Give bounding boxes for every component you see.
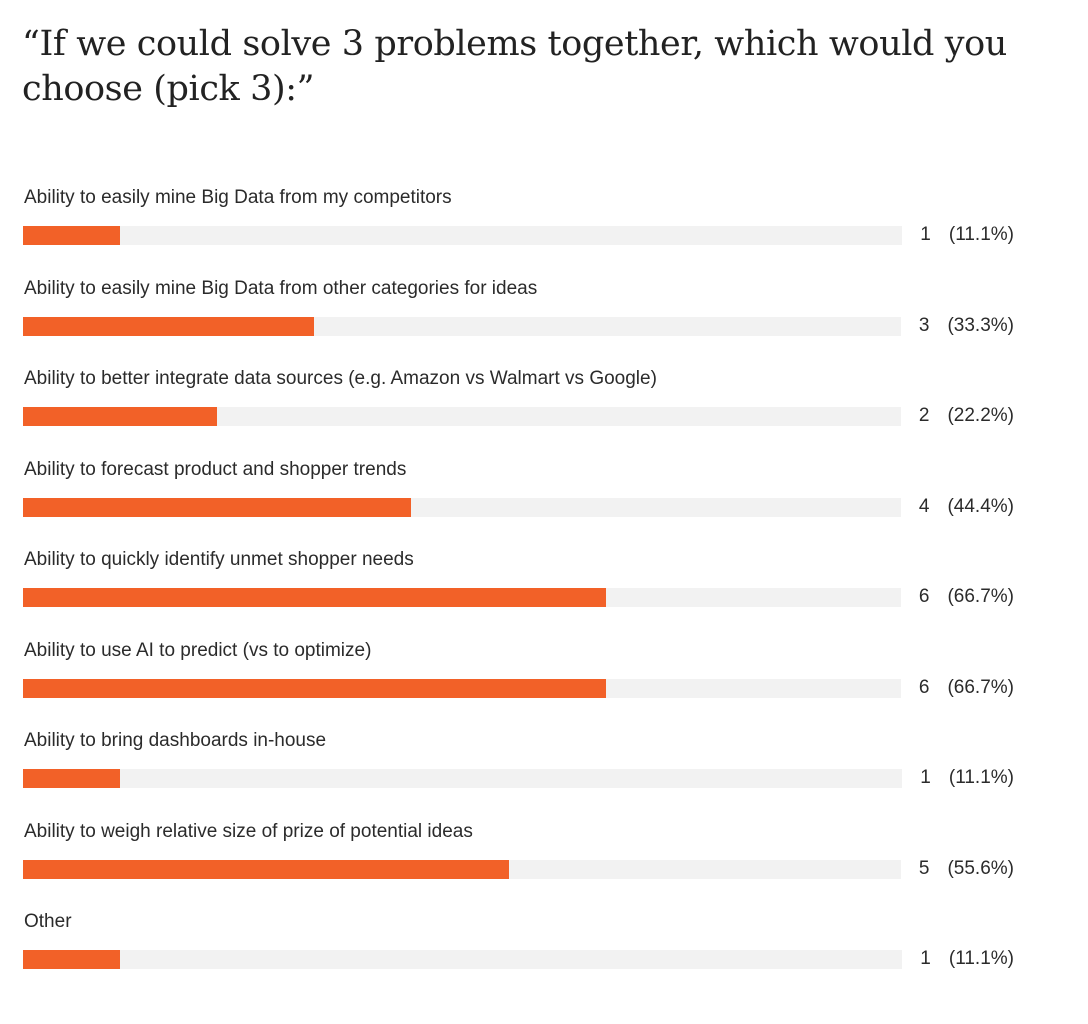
bar: [23, 407, 217, 426]
chart-row: Ability to easily mine Big Data from oth…: [0, 277, 1088, 367]
percent-label: (66.7%): [947, 677, 1014, 698]
count-label: 1: [920, 948, 931, 969]
count-label: 2: [918, 405, 930, 426]
percent-label: (11.1%): [948, 948, 1014, 969]
bar-track: [23, 769, 903, 788]
count-label: 6: [918, 677, 930, 698]
category-label: Ability to better integrate data sources…: [24, 368, 657, 389]
chart-row: Other (11.1%) 1: [0, 910, 1088, 1000]
count-label: 5: [918, 858, 930, 879]
bar-chart: Ability to easily mine Big Data from my …: [0, 0, 1088, 1024]
bar-track: [23, 407, 901, 426]
count-label: 4: [918, 496, 930, 517]
chart-row: Ability to forecast product and shopper …: [0, 458, 1088, 548]
category-label: Ability to easily mine Big Data from my …: [24, 187, 452, 208]
category-label: Ability to bring dashboards in-house: [24, 730, 327, 751]
category-label: Ability to forecast product and shopper …: [24, 459, 407, 480]
chart-row: Ability to use AI to predict (vs to opti…: [0, 639, 1088, 729]
chart-row: Ability to better integrate data sources…: [0, 367, 1088, 457]
percent-label: (44.4%): [947, 496, 1014, 517]
bar: [23, 317, 314, 336]
percent-label: (33.3%): [947, 315, 1014, 336]
bar: [23, 950, 120, 969]
category-label: Ability to quickly identify unmet shoppe…: [24, 549, 414, 570]
category-label: Other: [24, 911, 72, 932]
bar-track: [23, 317, 901, 336]
bar-track: [23, 860, 901, 879]
percent-label: (11.1%): [948, 767, 1014, 788]
bar-track: [23, 226, 903, 245]
bar: [23, 679, 606, 698]
percent-label: (55.6%): [947, 858, 1014, 879]
bar: [23, 226, 120, 245]
count-label: 6: [918, 586, 930, 607]
bar: [23, 588, 606, 607]
percent-label: (66.7%): [947, 586, 1014, 607]
bar: [23, 769, 120, 788]
percent-label: (11.1%): [948, 224, 1014, 245]
chart-row: Ability to easily mine Big Data from my …: [0, 186, 1088, 276]
category-label: Ability to easily mine Big Data from oth…: [24, 278, 538, 299]
category-label: Ability to use AI to predict (vs to opti…: [24, 640, 372, 661]
bar: [23, 860, 509, 879]
category-label: Ability to weigh relative size of prize …: [24, 821, 473, 842]
bar-track: [23, 950, 903, 969]
bar-track: [23, 588, 901, 607]
count-label: 1: [920, 767, 931, 788]
percent-label: (22.2%): [947, 405, 1014, 426]
bar: [23, 498, 411, 517]
chart-row: Ability to bring dashboards in-house (11.…: [0, 729, 1088, 819]
chart-row: Ability to quickly identify unmet shoppe…: [0, 548, 1088, 638]
chart-row: Ability to weigh relative size of prize …: [0, 820, 1088, 910]
bar-track: [23, 498, 901, 517]
bar-track: [23, 679, 901, 698]
count-label: 3: [918, 315, 930, 336]
count-label: 1: [920, 224, 931, 245]
